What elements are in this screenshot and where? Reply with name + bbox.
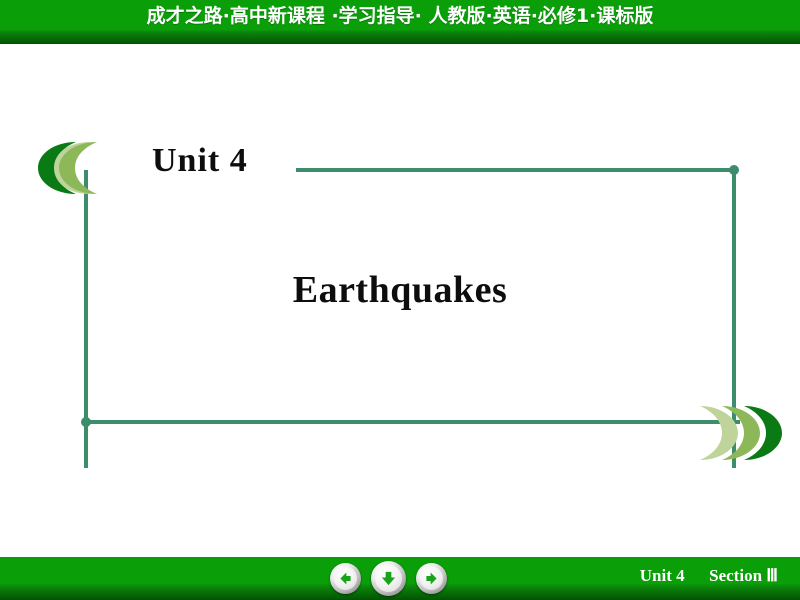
- course-banner-title: 成才之路·高中新课程 ·学习指导· 人教版·英语·必修1·课标版: [146, 5, 654, 27]
- triple-crescent-right-icon: [688, 404, 784, 467]
- lesson-title: Earthquakes: [292, 269, 508, 311]
- slide-navigation-controls: [330, 557, 460, 600]
- footer-unit-section-label: Unit 4 Section Ⅲ: [640, 557, 778, 595]
- frame-line-bottom: [86, 420, 740, 424]
- forward-button[interactable]: [416, 563, 447, 594]
- frame-corner-dot-bottom-left: [81, 417, 91, 427]
- down-button[interactable]: [371, 561, 406, 596]
- arrow-right-icon: [426, 572, 437, 585]
- triple-crescent-left-icon: [38, 140, 134, 201]
- arrow-left-icon: [340, 572, 351, 585]
- slide-canvas: Unit 4 Earthquakes: [0, 44, 800, 557]
- arrow-down-icon: [381, 571, 396, 586]
- frame-line-top: [296, 168, 736, 172]
- slide-footer-bar: Unit 4 Section Ⅲ: [0, 557, 800, 600]
- footer-unit-label: Unit 4: [639, 566, 685, 585]
- footer-section-label: Section Ⅲ: [709, 566, 778, 585]
- back-button[interactable]: [330, 563, 361, 594]
- slide-header-bar: 成才之路·高中新课程 ·学习指导· 人教版·英语·必修1·课标版: [0, 0, 800, 44]
- frame-corner-dot-top-right: [729, 165, 739, 175]
- unit-number-label: Unit 4: [152, 142, 248, 179]
